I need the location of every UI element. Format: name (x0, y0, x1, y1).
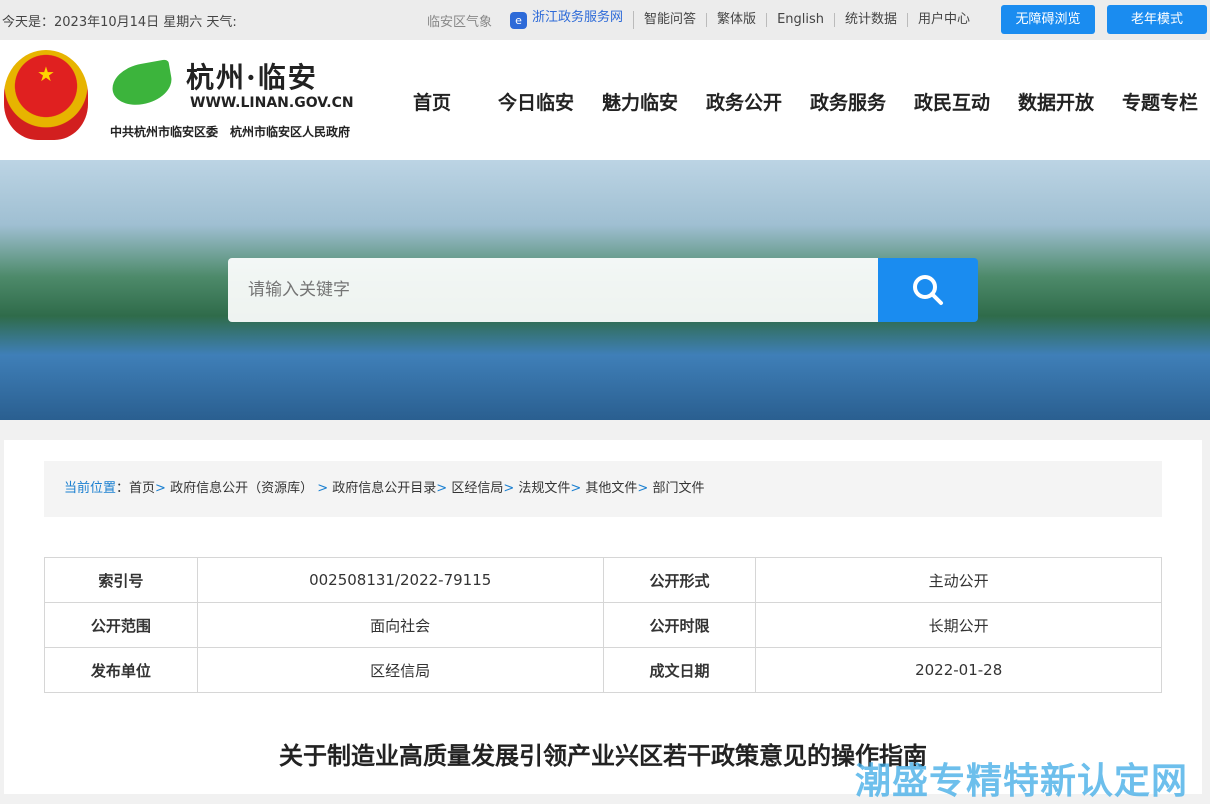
info-key: 公开形式 (602, 557, 757, 603)
ginkgo-leaf-icon (108, 59, 176, 109)
table-row: 索引号 002508131/2022-79115 公开形式 主动公开 (44, 557, 1162, 603)
search-icon (913, 275, 943, 305)
crumb-other[interactable]: 其他文件 (585, 481, 637, 496)
nav-gov-open[interactable]: 政务公开 (692, 88, 796, 115)
nav-charm[interactable]: 魅力临安 (588, 88, 692, 115)
zjzwfw-link[interactable]: e 浙江政务服务网 (500, 10, 635, 29)
crumb-bureau[interactable]: 区经信局 (451, 481, 503, 496)
crumb-regulations[interactable]: 法规文件 (518, 481, 570, 496)
info-key: 发布单位 (44, 647, 198, 693)
table-row: 公开范围 面向社会 公开时限 长期公开 (44, 602, 1162, 648)
info-value: 主动公开 (755, 557, 1162, 603)
nav-today[interactable]: 今日临安 (484, 88, 588, 115)
logo-url: WWW.LINAN.GOV.CN (190, 95, 354, 111)
crumb-home[interactable]: 首页 (129, 481, 155, 496)
crumb-catalog[interactable]: 政府信息公开目录 (332, 481, 436, 496)
watermark: 潮盛专精特新认定网 (855, 761, 1189, 802)
main-nav: 首页 今日临安 魅力临安 政务公开 政务服务 政民互动 数据开放 专题专栏 (380, 88, 1210, 115)
logo-subtitle: 中共杭州市临安区委 杭州市临安区人民政府 (110, 125, 351, 139)
info-value: 2022-01-28 (755, 647, 1162, 693)
traditional-link[interactable]: 繁体版 (707, 13, 768, 27)
logo-title[interactable]: 杭州·临安 (186, 56, 318, 96)
stats-link[interactable]: 统计数据 (835, 13, 909, 27)
english-link[interactable]: English (767, 13, 836, 27)
nav-home[interactable]: 首页 (380, 88, 484, 115)
zjzwfw-label: 浙江政务服务网 (532, 10, 624, 25)
nav-interaction[interactable]: 政民互动 (900, 88, 1004, 115)
search-input[interactable] (228, 258, 878, 322)
info-key: 公开时限 (602, 602, 757, 648)
national-emblem-icon: ★ (4, 50, 88, 140)
header: ★ 杭州·临安 WWW.LINAN.GOV.CN 中共杭州市临安区委 杭州市临安… (0, 40, 1210, 160)
info-key: 公开范围 (44, 602, 198, 648)
search-button[interactable] (878, 258, 978, 322)
weather-link[interactable]: 临安区气象 (427, 11, 492, 30)
nav-gov-service[interactable]: 政务服务 (796, 88, 900, 115)
table-row: 发布单位 区经信局 成文日期 2022-01-28 (44, 647, 1162, 693)
user-center-link[interactable]: 用户中心 (908, 13, 980, 27)
nav-topics[interactable]: 专题专栏 (1108, 88, 1210, 115)
content-area: 当前位置：首页> 政府信息公开（资源库） > 政府信息公开目录> 区经信局> 法… (4, 440, 1202, 794)
breadcrumb-label: 当前位置 (64, 481, 117, 496)
nav-open-data[interactable]: 数据开放 (1004, 88, 1108, 115)
info-key: 成文日期 (602, 647, 757, 693)
date-weather: 今天是：2023年10月14日 星期六 天气: (2, 14, 237, 30)
info-key: 索引号 (44, 557, 198, 603)
breadcrumb: 当前位置：首页> 政府信息公开（资源库） > 政府信息公开目录> 区经信局> 法… (44, 461, 1162, 517)
info-value: 002508131/2022-79115 (196, 557, 604, 603)
accessible-button[interactable]: 无障碍浏览 (1001, 5, 1095, 34)
crumb-dept[interactable]: 部门文件 (652, 481, 704, 496)
top-bar: 今天是：2023年10月14日 星期六 天气: 临安区气象 e 浙江政务服务网 智… (0, 0, 1210, 40)
elder-mode-button[interactable]: 老年模式 (1107, 5, 1207, 34)
zjzwfw-icon: e (510, 12, 528, 29)
crumb-info-open[interactable]: 政府信息公开（资源库） (170, 481, 313, 496)
info-table: 索引号 002508131/2022-79115 公开形式 主动公开 公开范围 面向社会公… (44, 557, 1162, 693)
qa-link[interactable]: 智能问答 (634, 13, 708, 27)
info-value: 长期公开 (755, 602, 1162, 648)
info-value: 区经信局 (196, 647, 604, 693)
info-value: 面向社会 (196, 602, 604, 648)
banner (0, 160, 1210, 420)
